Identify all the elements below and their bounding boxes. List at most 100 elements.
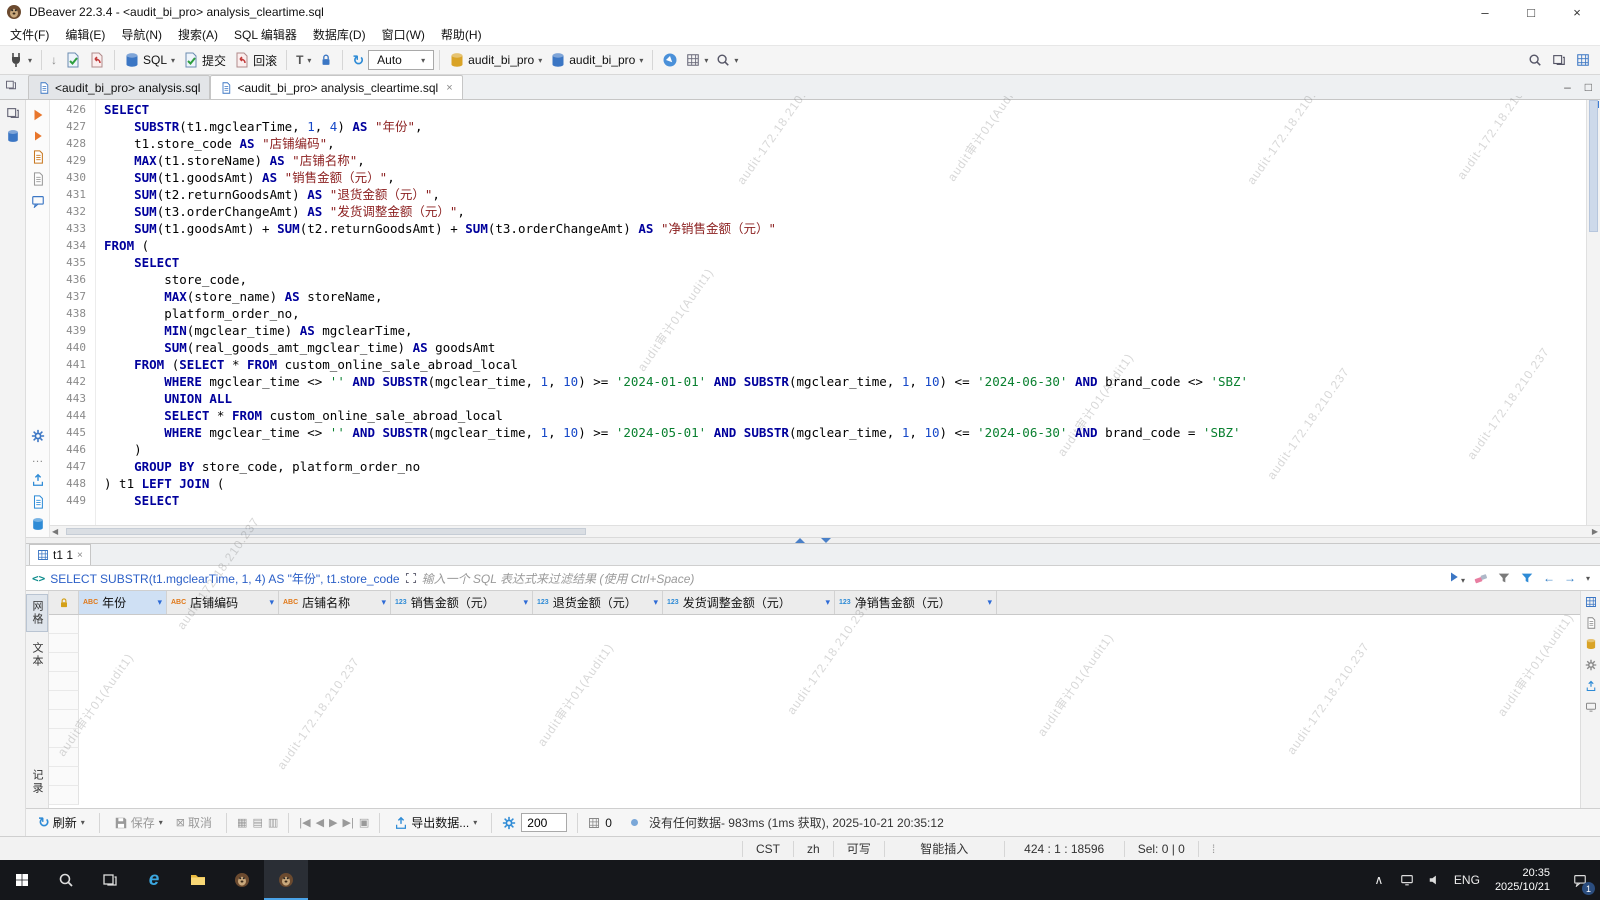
- horizontal-scrollbar[interactable]: ◀ ▶: [50, 525, 1600, 537]
- table-row[interactable]: [49, 748, 1580, 767]
- code-line[interactable]: platform_order_no,: [104, 305, 1586, 322]
- menu-item[interactable]: SQL 编辑器: [226, 24, 305, 45]
- execute-statement-icon[interactable]: [31, 108, 45, 122]
- commit-button[interactable]: 提交: [179, 50, 230, 71]
- scroll-left-icon[interactable]: ◀: [52, 527, 58, 536]
- tray-volume-icon[interactable]: [1421, 860, 1449, 900]
- database-selector[interactable]: audit_bi_pro▾: [445, 50, 546, 70]
- code-line[interactable]: GROUP BY store_code, platform_order_no: [104, 458, 1586, 475]
- output-console-icon[interactable]: [31, 194, 45, 208]
- commit-doc-icon[interactable]: [61, 50, 85, 70]
- code-line[interactable]: SUM(t1.goodsAmt) AS "销售金额（元）",: [104, 169, 1586, 186]
- menu-item[interactable]: 编辑(E): [57, 24, 113, 45]
- history-back-icon[interactable]: ←: [1543, 571, 1555, 585]
- table-row[interactable]: [49, 710, 1580, 729]
- perspective-grid-icon[interactable]: [1576, 53, 1590, 67]
- apply-filter-play-icon[interactable]: ▾: [1448, 571, 1465, 586]
- refresh-icon[interactable]: ↻: [348, 50, 368, 71]
- maximize-button[interactable]: □: [1508, 0, 1554, 24]
- code-line[interactable]: SELECT: [104, 101, 1586, 118]
- value-panel-icon[interactable]: [1585, 596, 1597, 608]
- menu-item[interactable]: 搜索(A): [170, 24, 226, 45]
- expand-filter-icon[interactable]: [405, 572, 417, 584]
- collapse-up-icon[interactable]: [795, 538, 805, 543]
- status-caret-position[interactable]: 424 : 1 : 18596: [1004, 841, 1124, 857]
- refresh-results-button[interactable]: ↻刷新▾: [34, 812, 89, 833]
- code-line[interactable]: UNION ALL: [104, 390, 1586, 407]
- lock-icon[interactable]: [315, 51, 337, 69]
- file-explorer-icon[interactable]: [176, 860, 220, 900]
- table-row[interactable]: [49, 634, 1580, 653]
- table-row[interactable]: [49, 729, 1580, 748]
- tab-analysis-cleartime-sql[interactable]: <audit_bi_pro> analysis_cleartime.sql ×: [210, 75, 462, 99]
- code-line[interactable]: MIN(mgclear_time) AS mgclearTime,: [104, 322, 1586, 339]
- column-header[interactable]: ABC店铺编码▾: [167, 591, 279, 614]
- save-results-button[interactable]: 保存▾: [110, 812, 167, 833]
- code-line[interactable]: SELECT: [104, 254, 1586, 271]
- column-header[interactable]: 123销售金额（元）▾: [391, 591, 533, 614]
- task-view-icon[interactable]: [88, 860, 132, 900]
- script-db-icon[interactable]: [31, 517, 45, 531]
- menu-item[interactable]: 帮助(H): [433, 24, 490, 45]
- menu-item[interactable]: 窗口(W): [374, 24, 433, 45]
- maximize-editor-icon[interactable]: □: [1585, 80, 1592, 94]
- next-page-icon[interactable]: ▶: [329, 816, 337, 829]
- table-row[interactable]: [49, 767, 1580, 786]
- history-forward-icon[interactable]: →: [1564, 571, 1576, 585]
- edge-icon[interactable]: e: [132, 860, 176, 900]
- settings-gear-icon[interactable]: [31, 429, 45, 443]
- edit-filter-icon[interactable]: [1497, 571, 1511, 585]
- filter-sql-text[interactable]: SELECT SUBSTR(t1.mgclearTime, 1, 4) AS "…: [50, 570, 399, 587]
- auto-refresh-select[interactable]: Auto▾: [368, 50, 434, 70]
- results-view-tab[interactable]: 文本: [27, 637, 47, 673]
- code-line[interactable]: ) t1 LEFT JOIN (: [104, 475, 1586, 492]
- more-dots-icon[interactable]: …: [32, 451, 44, 465]
- collapse-down-icon[interactable]: [821, 538, 831, 543]
- download-arrow-icon[interactable]: ↓: [47, 51, 61, 69]
- execute-script-icon[interactable]: [32, 130, 44, 142]
- column-filter-arrow-icon[interactable]: ▾: [269, 597, 274, 608]
- action-center-icon[interactable]: 1: [1560, 860, 1600, 900]
- first-page-icon[interactable]: |◀: [299, 816, 310, 829]
- tab-analysis-sql[interactable]: <audit_bi_pro> analysis.sql: [28, 75, 210, 99]
- panel-monitor-icon[interactable]: [1585, 701, 1597, 713]
- column-header[interactable]: ABC年份▾: [79, 591, 167, 614]
- rollback-doc-icon[interactable]: [85, 50, 109, 70]
- erase-filter-icon[interactable]: [1474, 571, 1488, 585]
- column-filter-arrow-icon[interactable]: ▾: [381, 597, 386, 608]
- last-page-icon[interactable]: ▶|: [343, 816, 354, 829]
- script-doc-icon[interactable]: [31, 172, 45, 186]
- table-row[interactable]: [49, 786, 1580, 805]
- panel-gear-icon[interactable]: [1585, 659, 1597, 671]
- save-script-icon[interactable]: [31, 495, 45, 509]
- column-header[interactable]: 123发货调整金额（元）▾: [663, 591, 835, 614]
- custom-filter-icon[interactable]: <>: [32, 572, 45, 585]
- code-line[interactable]: SELECT * FROM custom_online_sale_abroad_…: [104, 407, 1586, 424]
- code-line[interactable]: SUM(real_goods_amt_mgclear_time) AS good…: [104, 339, 1586, 356]
- table-row[interactable]: [49, 691, 1580, 710]
- code-line[interactable]: SUM(t1.goodsAmt) + SUM(t2.returnGoodsAmt…: [104, 220, 1586, 237]
- column-filter-arrow-icon[interactable]: ▾: [825, 597, 830, 608]
- input-language-indicator[interactable]: ENG: [1449, 860, 1485, 900]
- export-result-icon[interactable]: [31, 473, 45, 487]
- grid-settings-gear-icon[interactable]: [502, 816, 516, 830]
- database-navigator-icon[interactable]: [6, 129, 20, 143]
- code-line[interactable]: FROM (SELECT * FROM custom_online_sale_a…: [104, 356, 1586, 373]
- tray-expand-icon[interactable]: ∧: [1365, 860, 1393, 900]
- restore-view-icon[interactable]: [5, 79, 17, 91]
- column-header[interactable]: ABC店铺名称▾: [279, 591, 391, 614]
- export-data-button[interactable]: 导出数据...▾: [390, 812, 481, 833]
- code-line[interactable]: SUM(t2.returnGoodsAmt) AS "退货金额（元）",: [104, 186, 1586, 203]
- code-line[interactable]: FROM (: [104, 237, 1586, 254]
- column-filter-arrow-icon[interactable]: ▾: [653, 597, 658, 608]
- calc-panel-icon[interactable]: [1585, 638, 1597, 650]
- cancel-results-button[interactable]: ⊠取消: [172, 812, 216, 833]
- column-filter-arrow-icon[interactable]: ▾: [523, 597, 528, 608]
- menu-item[interactable]: 数据库(D): [305, 24, 374, 45]
- column-filter-arrow-icon[interactable]: ▾: [157, 597, 162, 608]
- taskbar-search-icon[interactable]: [44, 860, 88, 900]
- fetch-all-icon[interactable]: ▣: [359, 816, 369, 829]
- code-line[interactable]: SELECT: [104, 492, 1586, 509]
- code-line[interactable]: t1.store_code AS "店铺编码",: [104, 135, 1586, 152]
- minimize-button[interactable]: –: [1462, 0, 1508, 24]
